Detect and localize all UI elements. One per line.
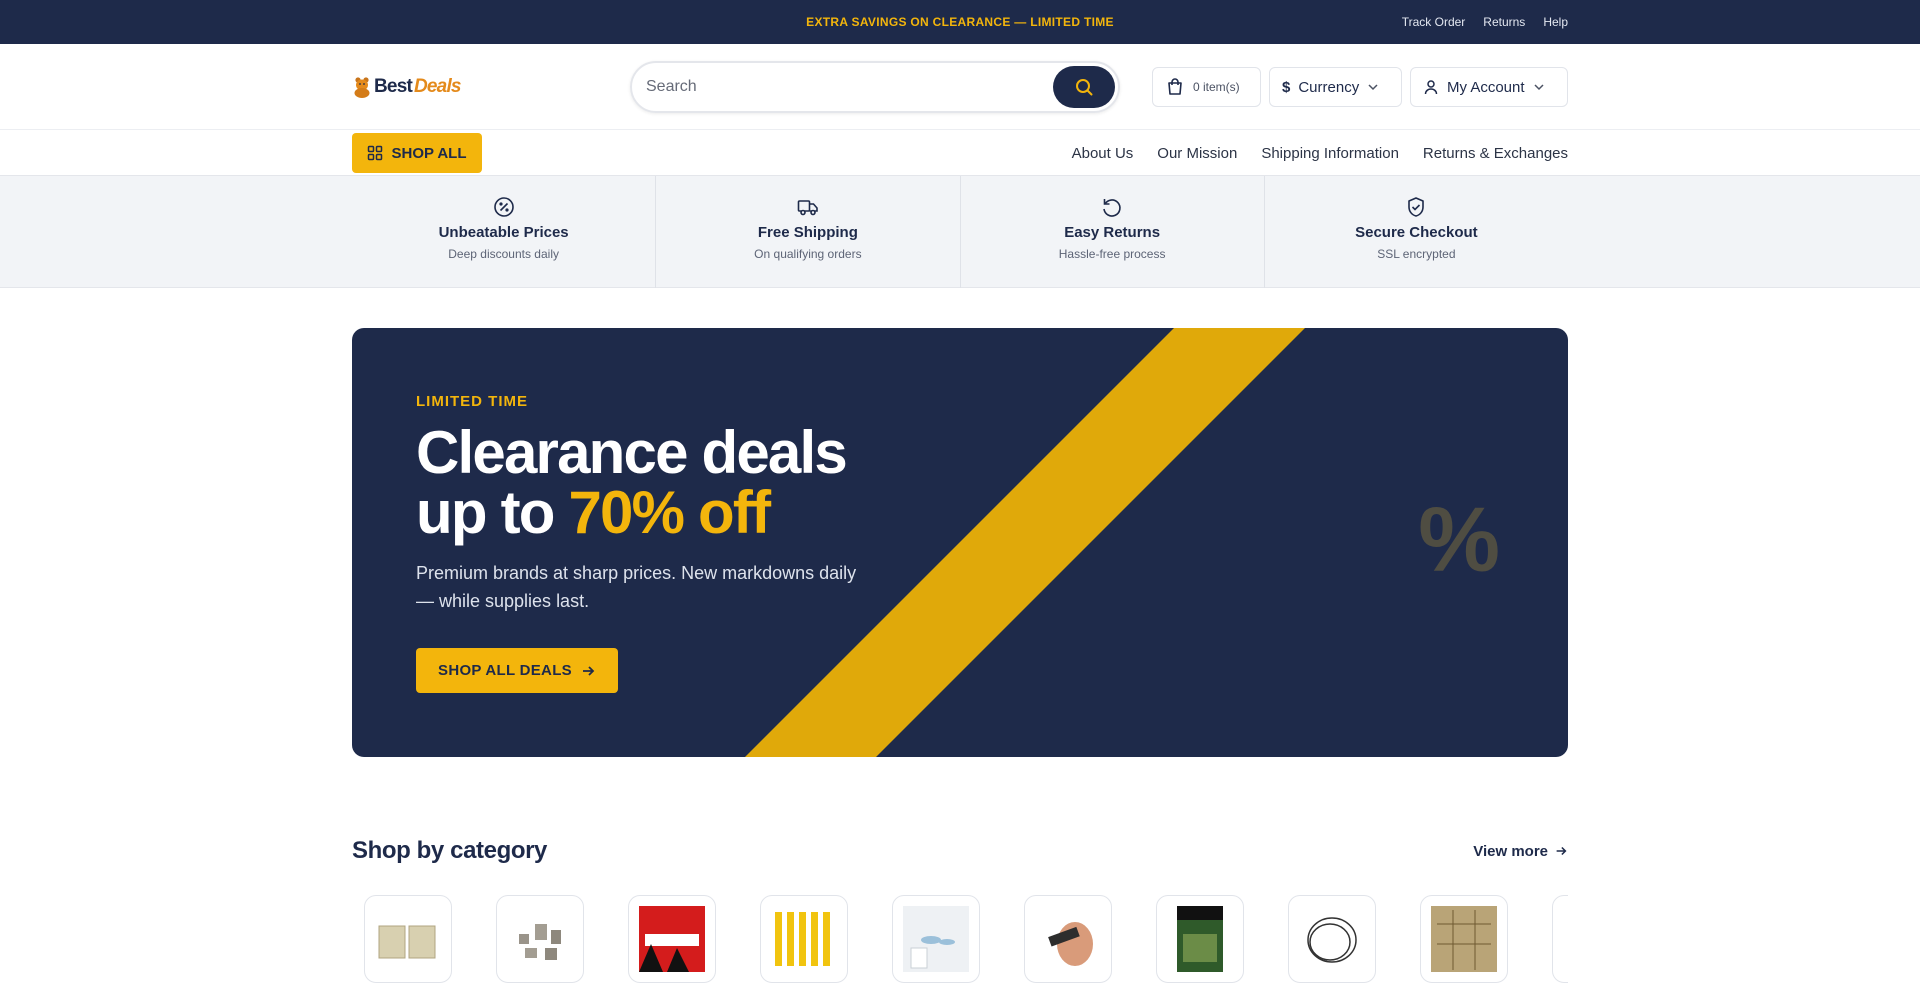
search-input[interactable] xyxy=(646,78,1053,96)
search-button[interactable] xyxy=(1053,66,1115,108)
shop-all-deals-button[interactable]: SHOP ALL DEALS xyxy=(416,648,618,693)
cable-coil-image xyxy=(1307,917,1357,963)
feature-title: Easy Returns xyxy=(1064,224,1161,241)
category-tile-book[interactable] xyxy=(628,895,716,983)
category-heading: Shop by category xyxy=(352,837,547,864)
feature-secure-checkout: Secure Checkout SSL encrypted xyxy=(1265,176,1568,288)
truck-icon xyxy=(797,200,818,216)
hero-banner: LIMITED TIME Clearance deals up to 70% o… xyxy=(352,328,1568,757)
cart-button[interactable]: 0 item(s) xyxy=(1152,67,1261,107)
category-tile-posts[interactable] xyxy=(760,895,848,983)
site-header: BestDeals 0 item(s) $ Currency My Accoun… xyxy=(0,44,1920,130)
track-order-link[interactable]: Track Order xyxy=(1402,15,1466,29)
cart-count: 0 item(s) xyxy=(1193,80,1240,94)
feature-easy-returns: Easy Returns Hassle-free process xyxy=(961,176,1265,288)
feature-title: Secure Checkout xyxy=(1355,224,1478,241)
view-more-label: View more xyxy=(1473,842,1548,860)
feature-free-shipping: Free Shipping On qualifying orders xyxy=(656,176,961,288)
shopping-bag-icon xyxy=(1168,78,1182,95)
hero-title-highlight: 70% off xyxy=(568,479,771,546)
chevron-down-icon xyxy=(1368,84,1378,91)
book-cover-image xyxy=(639,906,705,972)
category-tile-cable[interactable] xyxy=(1288,895,1376,983)
arrow-right-icon xyxy=(1556,846,1567,856)
category-carousel xyxy=(352,895,1568,983)
hero-kicker: LIMITED TIME xyxy=(416,393,528,410)
hero-title: Clearance deals up to 70% off xyxy=(416,423,848,546)
account-label: My Account xyxy=(1447,78,1525,96)
currency-selector[interactable]: $ Currency xyxy=(1269,67,1402,107)
return-icon xyxy=(1103,199,1121,217)
category-tile-fishing-book[interactable] xyxy=(1156,895,1244,983)
grid-icon xyxy=(368,145,383,161)
glass-dispenser-image xyxy=(903,906,969,972)
returns-link[interactable]: Returns xyxy=(1483,15,1525,29)
feature-subtitle: SSL encrypted xyxy=(1377,247,1456,261)
features-strip: Unbeatable Prices Deep discounts daily F… xyxy=(0,176,1920,288)
cta-label: SHOP ALL DEALS xyxy=(438,662,572,679)
promo-bar: EXTRA SAVINGS ON CLEARANCE — LIMITED TIM… xyxy=(0,0,1920,44)
hero-title-prefix: up to xyxy=(416,479,569,546)
search-bar xyxy=(630,61,1120,113)
hero-title-line1: Clearance deals xyxy=(416,419,848,486)
help-link[interactable]: Help xyxy=(1543,15,1568,29)
map-print-image xyxy=(1431,906,1497,972)
filter-pads-image xyxy=(378,925,436,959)
nav-returns-exchanges[interactable]: Returns & Exchanges xyxy=(1423,145,1568,162)
promo-text: EXTRA SAVINGS ON CLEARANCE — LIMITED TIM… xyxy=(806,15,1114,29)
user-icon xyxy=(1424,80,1438,95)
feature-subtitle: Hassle-free process xyxy=(1058,247,1166,261)
hand-tool-image xyxy=(1048,922,1093,966)
feature-title: Unbeatable Prices xyxy=(438,224,569,241)
category-tile-dispenser[interactable] xyxy=(892,895,980,983)
view-more-link[interactable]: View more xyxy=(1473,843,1568,860)
logo-text-deals: Deals xyxy=(413,76,461,97)
site-logo[interactable]: Best Deals xyxy=(352,76,630,98)
nav-about-us[interactable]: About Us xyxy=(1072,145,1134,162)
feature-title: Free Shipping xyxy=(757,224,858,241)
chevron-down-icon xyxy=(1534,84,1544,91)
hero-subtitle: Premium brands at sharp prices. New mark… xyxy=(416,563,857,611)
category-tile-filter-pads[interactable] xyxy=(364,895,452,983)
yellow-posts-image xyxy=(775,912,830,966)
category-tile-partial[interactable] xyxy=(1552,895,1568,983)
fly-fishing-book-image xyxy=(1177,906,1223,972)
feature-unbeatable-prices: Unbeatable Prices Deep discounts daily xyxy=(352,176,657,288)
main-nav: SHOP ALL About Us Our Mission Shipping I… xyxy=(0,130,1920,176)
logo-text-best: Best xyxy=(374,76,413,97)
discount-icon xyxy=(493,197,514,217)
shop-all-button[interactable]: SHOP ALL xyxy=(352,133,482,173)
feature-subtitle: On qualifying orders xyxy=(754,247,862,261)
dollar-icon: $ xyxy=(1282,78,1291,96)
coins-image xyxy=(519,924,561,960)
category-tile-tool[interactable] xyxy=(1024,895,1112,983)
arrow-right-icon xyxy=(582,665,595,676)
utility-links: Track Order Returns Help xyxy=(1402,0,1568,44)
currency-label: Currency xyxy=(1298,78,1360,96)
category-tile-coins[interactable] xyxy=(496,895,584,983)
nav-our-mission[interactable]: Our Mission xyxy=(1157,145,1237,162)
shop-all-label: SHOP ALL xyxy=(391,144,467,162)
account-menu[interactable]: My Account xyxy=(1410,67,1568,107)
category-tile-map[interactable] xyxy=(1420,895,1508,983)
nav-shipping-information[interactable]: Shipping Information xyxy=(1261,145,1399,162)
feature-subtitle: Deep discounts daily xyxy=(448,247,559,261)
percent-decoration: % xyxy=(1418,489,1500,591)
search-icon xyxy=(1076,79,1093,96)
bear-logo-icon xyxy=(354,77,370,98)
shield-check-icon xyxy=(1408,197,1425,217)
